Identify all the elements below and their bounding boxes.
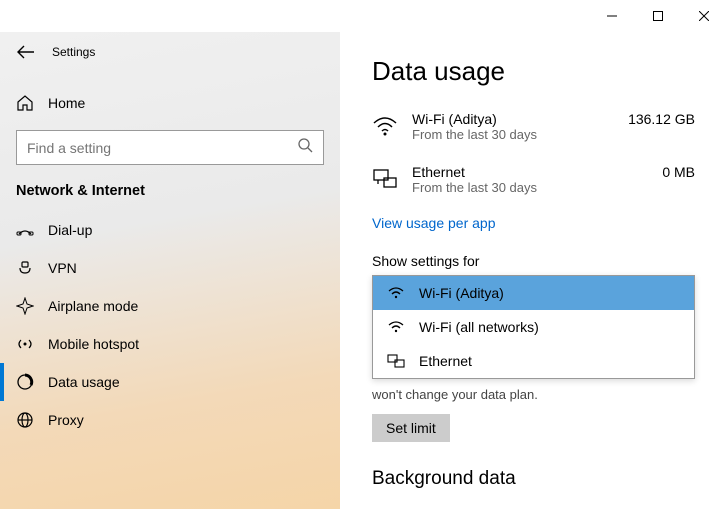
dropdown-item-ethernet[interactable]: Ethernet [373,344,694,378]
nav-home-label: Home [48,95,85,111]
page-title: Data usage [372,56,695,87]
usage-name: Ethernet [412,164,648,180]
nav-item-label: Mobile hotspot [48,336,139,352]
dropdown-item-wifi-aditya[interactable]: Wi-Fi (Aditya) [373,276,694,310]
wifi-icon [387,320,405,334]
usage-value: 136.12 GB [628,111,695,127]
nav-item-label: VPN [48,260,77,276]
wifi-icon [387,286,405,300]
dropdown-item-label: Wi-Fi (Aditya) [419,285,504,301]
nav-hotspot[interactable]: Mobile hotspot [0,325,340,363]
close-button[interactable] [681,0,727,32]
dropdown-item-label: Wi-Fi (all networks) [419,319,539,335]
usage-row-ethernet: Ethernet From the last 30 days 0 MB [372,158,695,211]
search-input[interactable] [27,140,297,156]
back-button[interactable] [16,42,36,62]
usage-value: 0 MB [662,164,695,180]
nav-item-label: Dial-up [48,222,92,238]
section-header: Network & Internet [0,179,340,211]
nav-dialup[interactable]: Dial-up [0,211,340,249]
datausage-icon [16,373,34,391]
nav-datausage[interactable]: Data usage [0,363,340,401]
nav-home[interactable]: Home [0,84,340,122]
window-title: Settings [52,45,95,59]
vpn-icon [16,259,34,277]
main-content: Data usage Wi-Fi (Aditya) From the last … [340,32,727,509]
minimize-button[interactable] [589,0,635,32]
set-limit-button[interactable]: Set limit [372,414,450,442]
show-settings-dropdown[interactable]: Wi-Fi (Aditya) Wi-Fi (all networks) Ethe… [372,275,695,379]
maximize-button[interactable] [635,0,681,32]
nav-airplane[interactable]: Airplane mode [0,287,340,325]
usage-row-wifi: Wi-Fi (Aditya) From the last 30 days 136… [372,105,695,158]
dropdown-item-label: Ethernet [419,353,472,369]
search-icon [297,137,313,158]
hotspot-icon [16,335,34,353]
usage-sub: From the last 30 days [412,127,614,142]
sidebar: Settings Home Network & Internet Dial-up [0,32,340,509]
nav-proxy[interactable]: Proxy [0,401,340,439]
ethernet-icon [372,166,398,192]
nav-item-label: Proxy [48,412,84,428]
wifi-icon [372,113,398,139]
usage-sub: From the last 30 days [412,180,648,195]
dropdown-item-wifi-all[interactable]: Wi-Fi (all networks) [373,310,694,344]
airplane-icon [16,297,34,315]
show-settings-label: Show settings for [372,253,695,269]
usage-name: Wi-Fi (Aditya) [412,111,614,127]
home-icon [16,94,34,112]
nav-item-label: Data usage [48,374,120,390]
ethernet-icon [387,354,405,368]
view-usage-link[interactable]: View usage per app [372,215,496,231]
search-box[interactable] [16,130,324,165]
plan-hint: won't change your data plan. [372,387,695,402]
background-data-heading: Background data [372,468,695,490]
proxy-icon [16,411,34,429]
nav-item-label: Airplane mode [48,298,138,314]
nav-vpn[interactable]: VPN [0,249,340,287]
dialup-icon [16,221,34,239]
